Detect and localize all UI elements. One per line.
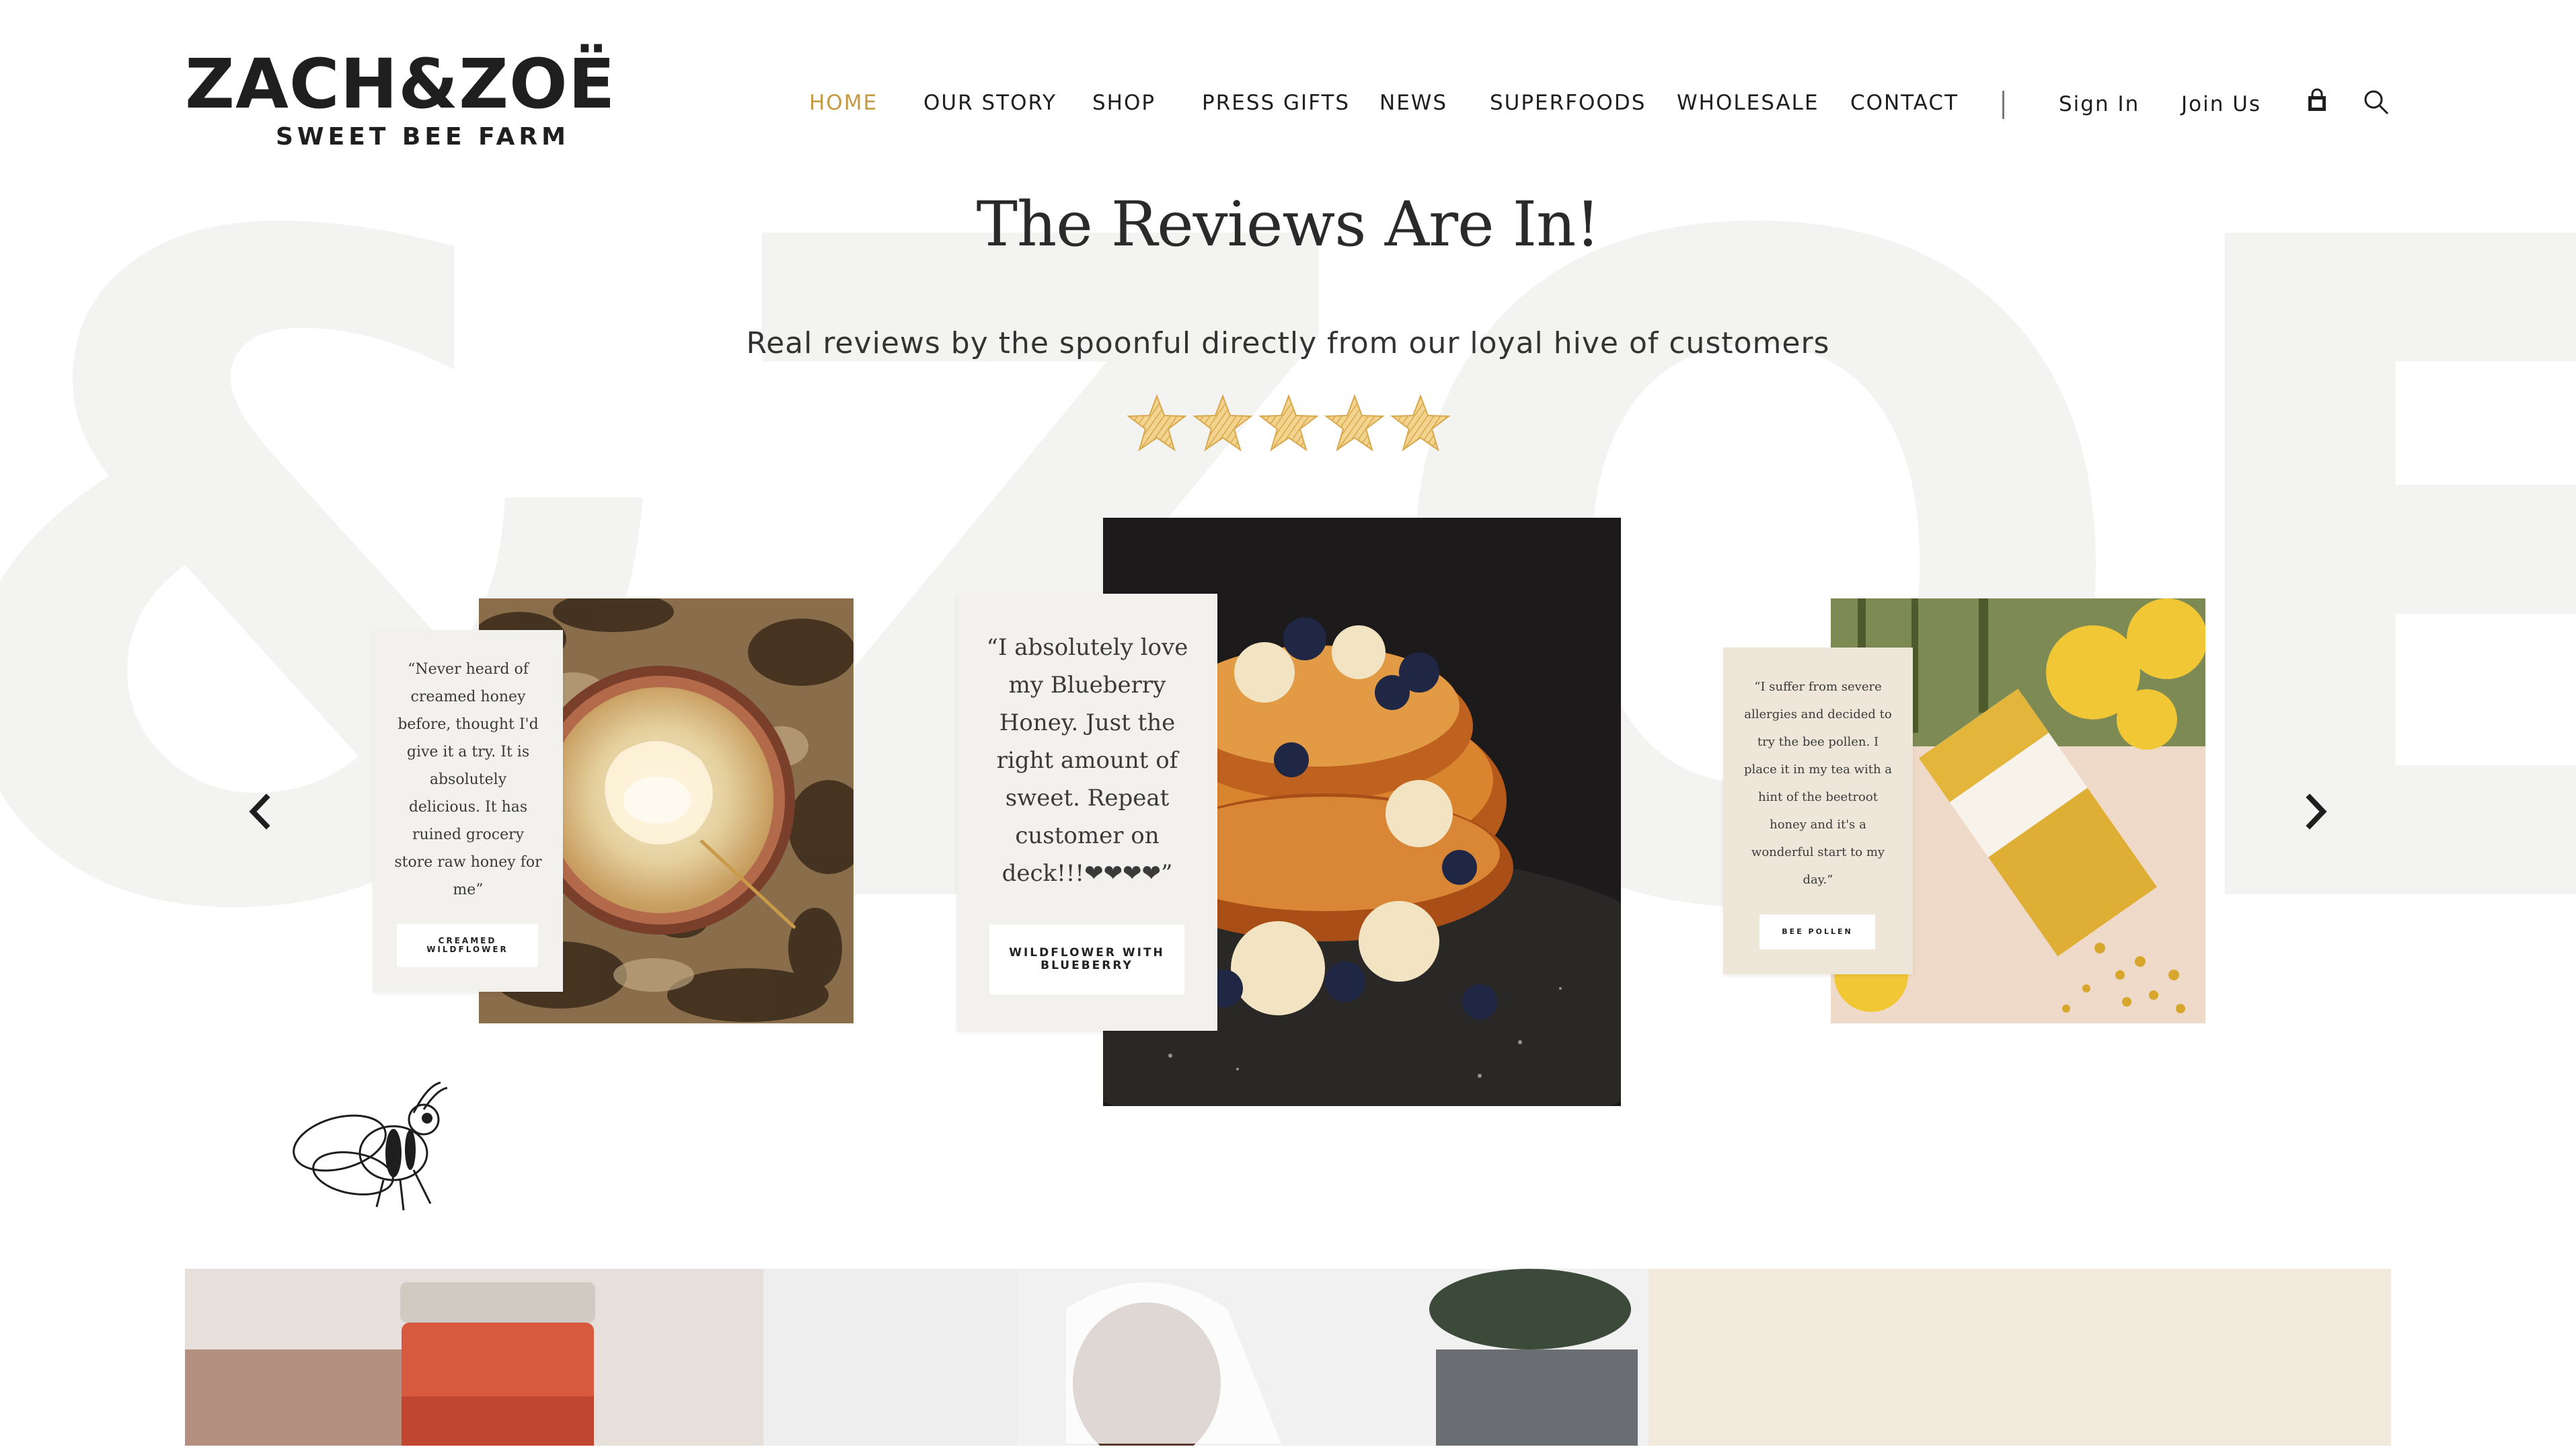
review-quote: “I suffer from severe allergies and deci…	[1744, 680, 1892, 887]
reviews-subtitle: Real reviews by the spoonful directly fr…	[746, 326, 1830, 360]
nav-item-our-story[interactable]: OUR STORY	[923, 91, 1057, 115]
review-card-1: “Never heard of creamed honey before, th…	[373, 630, 563, 992]
rating-stars	[1128, 395, 1449, 451]
star-icon	[1392, 395, 1449, 451]
review-quote: “Never heard of creamed honey before, th…	[394, 661, 542, 898]
star-icon	[1326, 395, 1384, 451]
nav-item-home[interactable]: HOME	[809, 91, 878, 115]
product-button-wildflower-with-blueberry[interactable]: WILDFLOWER WITH BLUEBERRY	[989, 925, 1184, 994]
product-button-creamed-wildflower[interactable]: CREAMED WILDFLOWER	[397, 924, 538, 967]
main-navigation: HOME OUR STORY SHOP PRESS GIFTS NEWS SUP…	[0, 88, 2576, 124]
star-icon	[1260, 395, 1318, 451]
chevron-right-icon[interactable]	[2292, 788, 2339, 835]
star-icon	[1194, 395, 1252, 451]
review-card-2: “I absolutely love my Blueberry Honey. J…	[957, 594, 1217, 1031]
nav-item-superfoods[interactable]: SUPERFOODS	[1490, 91, 1646, 115]
nav-divider	[2002, 91, 2004, 119]
product-button-bee-pollen[interactable]: BEE POLLEN	[1759, 914, 1875, 949]
nav-item-shop[interactable]: SHOP	[1092, 91, 1156, 115]
sign-in-link[interactable]: Sign In	[2059, 92, 2139, 116]
logo-tagline: SWEET BEE FARM	[276, 123, 570, 151]
chevron-left-icon[interactable]	[237, 788, 284, 835]
bee-illustration-icon	[293, 1081, 448, 1211]
star-icon	[1128, 395, 1186, 451]
review-quote: “I absolutely love my Blueberry Honey. J…	[986, 634, 1188, 887]
shopping-bag-icon[interactable]	[2306, 88, 2328, 117]
nav-item-press-gifts[interactable]: PRESS GIFTS	[1202, 91, 1350, 115]
search-icon[interactable]	[2362, 88, 2390, 120]
nav-item-news[interactable]: NEWS	[1379, 91, 1447, 115]
join-us-link[interactable]: Join Us	[2181, 92, 2261, 116]
review-card-3: “I suffer from severe allergies and deci…	[1723, 648, 1913, 974]
bottom-image-strip	[185, 1269, 2391, 1449]
nav-item-wholesale[interactable]: WHOLESALE	[1677, 91, 1819, 115]
nav-item-contact[interactable]: CONTACT	[1850, 91, 1959, 115]
reviews-title: The Reviews Are In!	[976, 188, 1601, 260]
